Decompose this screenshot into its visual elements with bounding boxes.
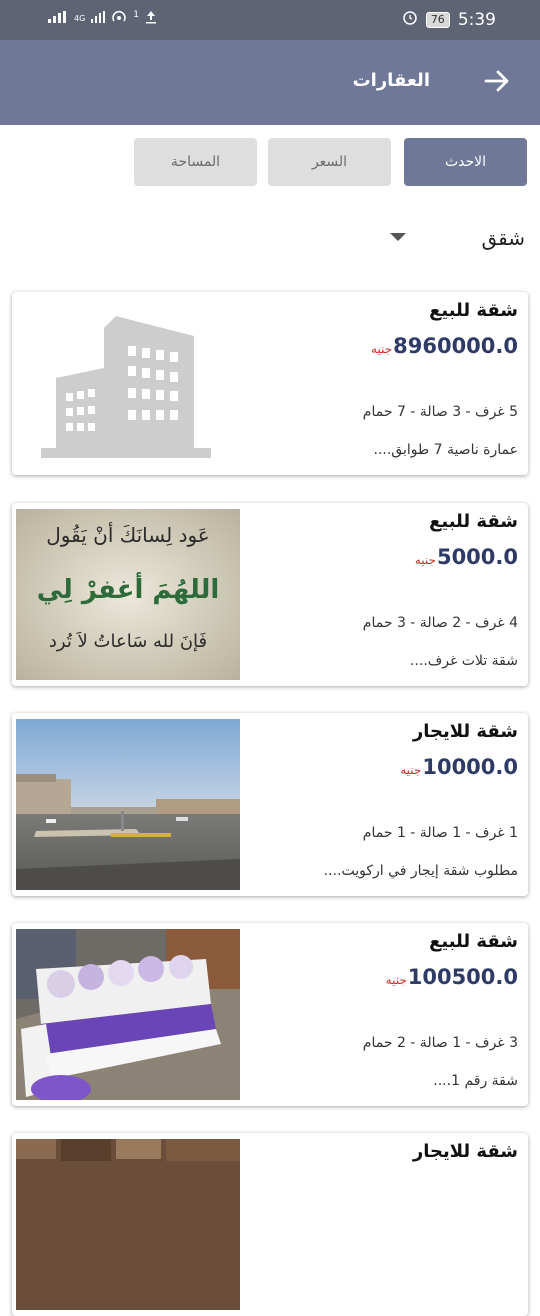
stone-wall-photo [16, 1139, 240, 1310]
sort-newest-button[interactable]: الاحدث [404, 138, 527, 186]
building-placeholder-icon [16, 298, 240, 469]
street-photo [16, 719, 240, 890]
listing-rooms: 1 غرف - 1 صالة - 1 حمام [362, 825, 518, 841]
calligraphy-line-1: عَود لِسانَكَ أنْ يَقُول [46, 523, 210, 547]
price-currency: جنيه [371, 342, 393, 356]
hotspot-icon [111, 10, 127, 27]
price-currency: جنيه [414, 553, 436, 567]
listing-description: شقة رقم 1.... [433, 1073, 518, 1089]
listing-price: 100500.0 جنيه [386, 965, 518, 989]
sort-filters: الاحدث السعر المساحة [125, 133, 533, 191]
calligraphy-photo: عَود لِسانَكَ أنْ يَقُول اللهُمَ أغفرْ ل… [16, 509, 240, 680]
listing-description: شقة تلات غرف.... [409, 653, 518, 669]
category-dropdown[interactable]: شقق [380, 222, 530, 256]
calligraphy-line-3: فَإنَ لله سَاعاتُ لاَ تُرد [48, 631, 208, 652]
listing-title: شقة للبيع [429, 300, 518, 321]
listing-title: شقة للبيع [429, 931, 518, 952]
price-value: 100500.0 [407, 965, 518, 989]
status-right: 76 5:39 [402, 9, 496, 30]
calligraphy-line-2: اللهُمَ أغفرْ لِي [36, 575, 220, 605]
listing-rooms: 4 غرف - 2 صالة - 3 حمام [362, 615, 518, 631]
arrow-right-icon[interactable] [482, 66, 512, 96]
alarm-icon [402, 9, 418, 30]
listing-title: شقة للايجار [412, 721, 518, 742]
price-value: 8960000.0 [393, 334, 518, 358]
price-value: 10000.0 [422, 755, 518, 779]
listing-rooms: 5 غرف - 3 صالة - 7 حمام [362, 404, 518, 420]
price-currency: جنيه [385, 973, 407, 987]
listing-card[interactable]: شقة للبيع 100500.0 جنيه 3 غرف - 1 صالة -… [12, 923, 528, 1106]
sort-price-button[interactable]: السعر [268, 138, 391, 186]
clock: 5:39 [457, 9, 496, 30]
battery-icon: 76 [425, 11, 450, 28]
listing-price: 5000.0 جنيه [415, 545, 518, 569]
listing-card[interactable]: شقة للبيع 8960000.0 جنيه 5 غرف - 3 صالة … [12, 292, 528, 475]
price-currency: جنيه [400, 763, 422, 777]
listing-description: مطلوب شقة إيجار في اركويت.... [323, 863, 518, 879]
upload-icon [145, 10, 157, 27]
signal-icon [48, 11, 68, 26]
status-bar: 4G 1 76 5:39 [0, 0, 540, 40]
listing-price: 10000.0 جنيه [400, 755, 518, 779]
listing-card[interactable]: شقة للايجار [12, 1133, 528, 1316]
listing-card[interactable]: عَود لِسانَكَ أنْ يَقُول اللهُمَ أغفرْ ل… [12, 503, 528, 686]
chevron-down-icon [390, 233, 406, 241]
sort-area-button[interactable]: المساحة [134, 138, 257, 186]
sim-indicator: 1 [133, 9, 140, 20]
price-value: 5000.0 [436, 545, 518, 569]
listing-title: شقة للبيع [429, 511, 518, 532]
listing-card[interactable]: شقة للايجار 10000.0 جنيه 1 غرف - 1 صالة … [12, 713, 528, 896]
page-title: العقارات [352, 70, 430, 91]
signal-icon-2 [91, 11, 106, 26]
listing-title: شقة للايجار [412, 1141, 518, 1162]
listing-rooms: 3 غرف - 1 صالة - 2 حمام [362, 1035, 518, 1051]
status-left: 4G 1 [48, 10, 157, 27]
network-type: 4G [74, 14, 86, 23]
category-dropdown-value: شقق [481, 226, 525, 250]
listing-description: عمارة ناصية 7 طوابق.... [373, 442, 518, 458]
sofa-photo [16, 929, 240, 1100]
listing-price: 8960000.0 جنيه [371, 334, 518, 358]
app-bar: العقارات [0, 40, 540, 125]
